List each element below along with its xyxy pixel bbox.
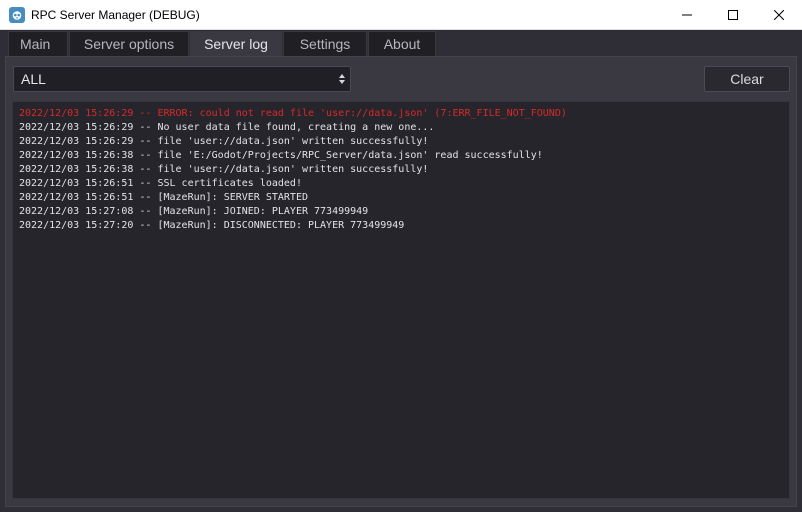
tab-bar: Main Server options Server log Settings … [8,31,437,56]
log-filter-select[interactable]: ALL [13,66,351,92]
minimize-icon [682,14,692,16]
clear-button[interactable]: Clear [704,66,790,92]
maximize-icon [728,10,738,20]
log-output[interactable]: 2022/12/03 15:26:29 -- ERROR: could not … [12,101,790,499]
title-bar[interactable]: RPC Server Manager (DEBUG) [0,0,802,30]
maximize-button[interactable] [710,0,756,30]
log-filter-value: ALL [21,71,46,87]
log-line: 2022/12/03 15:26:29 -- ERROR: could not … [19,108,567,119]
log-line: 2022/12/03 15:26:38 -- file 'user://data… [19,164,429,175]
tab-server-log[interactable]: Server log [190,31,282,56]
select-arrows-icon [337,72,347,86]
log-line: 2022/12/03 15:27:20 -- [MazeRun]: DISCON… [19,220,405,231]
tab-main[interactable]: Main [8,31,68,56]
minimize-button[interactable] [664,0,710,30]
tab-settings[interactable]: Settings [283,31,367,56]
log-line: 2022/12/03 15:26:51 -- SSL certificates … [19,178,302,189]
server-log-panel: ALL Clear 2022/12/03 15:26:29 -- ERROR: … [5,56,797,507]
log-line: 2022/12/03 15:26:29 -- No user data file… [19,122,435,133]
close-icon [774,10,784,20]
log-line: 2022/12/03 15:26:51 -- [MazeRun]: SERVER… [19,192,308,203]
app-area: Main Server options Server log Settings … [0,31,802,512]
log-line: 2022/12/03 15:26:38 -- file 'E:/Godot/Pr… [19,150,543,161]
tab-server-options[interactable]: Server options [69,31,189,56]
log-line: 2022/12/03 15:27:08 -- [MazeRun]: JOINED… [19,206,369,217]
godot-icon [9,7,25,23]
log-line: 2022/12/03 15:26:29 -- file 'user://data… [19,136,429,147]
tab-about[interactable]: About [368,31,436,56]
window-title: RPC Server Manager (DEBUG) [31,8,200,22]
close-button[interactable] [756,0,802,30]
